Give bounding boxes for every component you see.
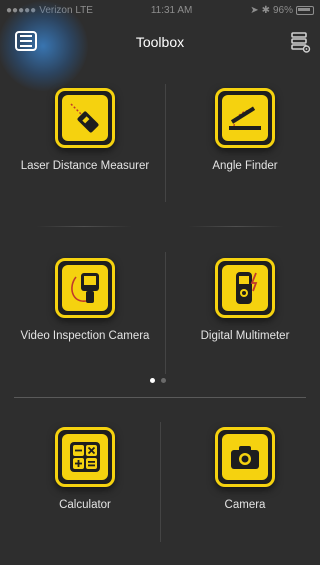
status-time: 11:31 AM <box>150 4 193 16</box>
calculator-tile-icon <box>55 427 115 487</box>
tool-label: Angle Finder <box>212 160 278 172</box>
tool-label: Camera <box>224 499 266 511</box>
laser-distance-tile-icon <box>55 88 115 148</box>
column-divider-bottom <box>160 422 161 542</box>
tool-laser-distance[interactable]: Laser Distance Measurer <box>10 88 160 174</box>
tool-label: Video Inspection Camera <box>20 330 150 342</box>
menu-button[interactable] <box>0 1 88 91</box>
status-right: ➤ ✱ 96% <box>250 5 314 16</box>
menu-highlight <box>0 1 88 91</box>
row-divider-right <box>188 226 284 227</box>
section-divider <box>14 397 306 398</box>
camera-tile-icon <box>215 427 275 487</box>
laser-distance-icon <box>70 103 99 133</box>
page-dot-2[interactable] <box>161 378 166 383</box>
tool-label: Laser Distance Measurer <box>20 160 150 172</box>
tool-label: Calculator <box>59 499 111 511</box>
row-divider-left <box>36 226 132 227</box>
inspection-camera-tile-icon <box>55 258 115 318</box>
column-divider-middle <box>165 252 166 374</box>
camera-icon <box>231 446 259 469</box>
tool-calculator[interactable]: Calculator <box>10 427 160 513</box>
multimeter-tile-icon <box>215 258 275 318</box>
page-indicator[interactable] <box>150 378 166 383</box>
settings-button[interactable] <box>288 30 312 54</box>
tool-camera[interactable]: Camera <box>170 427 320 513</box>
location-icon: ➤ <box>250 4 259 16</box>
battery-icon <box>296 5 314 15</box>
angle-finder-icon <box>229 106 261 130</box>
battery-percent: 96% <box>272 4 293 16</box>
server-list-icon <box>291 32 311 53</box>
page-dot-1[interactable] <box>150 378 155 383</box>
tool-label: Digital Multimeter <box>200 330 290 342</box>
calculator-icon <box>70 442 100 472</box>
page-title: Toolbox <box>135 34 185 50</box>
inspection-camera-icon <box>71 273 99 303</box>
tool-inspection-camera[interactable]: Video Inspection Camera <box>10 258 160 344</box>
app-header: Toolbox <box>0 1 320 91</box>
multimeter-icon <box>236 272 258 304</box>
bluetooth-icon: ✱ <box>261 4 270 16</box>
tool-multimeter[interactable]: Digital Multimeter <box>170 258 320 344</box>
angle-finder-tile-icon <box>215 88 275 148</box>
column-divider-top <box>165 84 166 202</box>
menu-icon <box>15 31 37 51</box>
tool-angle-finder[interactable]: Angle Finder <box>170 88 320 174</box>
